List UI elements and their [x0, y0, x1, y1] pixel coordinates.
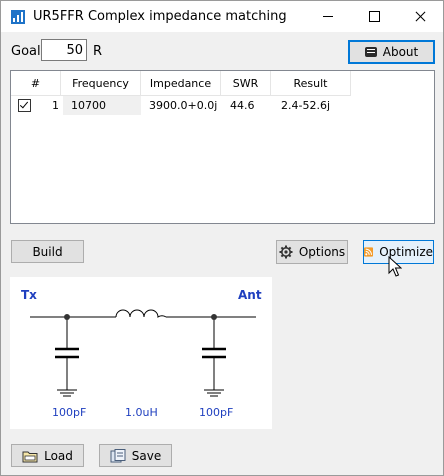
options-button[interactable]: Options: [276, 240, 348, 264]
row-num: 1: [52, 99, 59, 112]
mouse-cursor-icon: [388, 256, 402, 277]
minimize-button[interactable]: [305, 1, 351, 32]
load-label: Load: [44, 448, 73, 463]
options-label: Options: [298, 245, 346, 259]
close-button[interactable]: [397, 1, 443, 32]
c2-value-label: 100pF: [199, 406, 234, 419]
about-button[interactable]: About: [348, 40, 435, 64]
row-frequency[interactable]: 10700: [63, 96, 141, 115]
about-icon: [364, 47, 377, 57]
row-impedance: 3900.0+0.0j: [149, 99, 218, 112]
gear-icon: [279, 245, 293, 259]
header-swr[interactable]: SWR: [221, 71, 271, 96]
goal-label: Goal: [11, 44, 41, 59]
points-table[interactable]: # Frequency Impedance SWR Result 1 10700…: [10, 70, 435, 224]
schematic-panel: Tx Ant 100pF 1.0uH 100pF: [10, 277, 272, 429]
title-bar[interactable]: UR5FFR Complex impedance matching: [1, 1, 443, 32]
save-label: Save: [131, 448, 162, 463]
row-checkbox[interactable]: [18, 99, 31, 112]
l1-value-label: 1.0uH: [125, 406, 158, 419]
save-button[interactable]: Save: [99, 444, 172, 467]
header-impedance[interactable]: Impedance: [141, 71, 221, 96]
app-icon: [11, 10, 25, 24]
load-button[interactable]: Load: [11, 444, 84, 467]
build-button[interactable]: Build: [11, 240, 84, 263]
main-window: UR5FFR Complex impedance matching Goal R…: [0, 0, 444, 476]
maximize-button[interactable]: [351, 1, 397, 32]
c1-value-label: 100pF: [52, 406, 87, 419]
goal-unit: R: [93, 44, 103, 59]
save-icon: [110, 448, 126, 462]
rss-icon: [364, 247, 374, 257]
row-result: 2.4-52.6j: [281, 99, 331, 112]
row-swr: 44.6: [230, 99, 255, 112]
load-icon: [22, 451, 38, 462]
header-frequency[interactable]: Frequency: [61, 71, 141, 96]
build-label: Build: [32, 244, 63, 259]
about-label: About: [382, 45, 419, 59]
header-result[interactable]: Result: [271, 71, 351, 96]
header-num[interactable]: #: [11, 71, 61, 96]
goal-input[interactable]: [41, 39, 87, 61]
window-title: UR5FFR Complex impedance matching: [33, 9, 287, 24]
